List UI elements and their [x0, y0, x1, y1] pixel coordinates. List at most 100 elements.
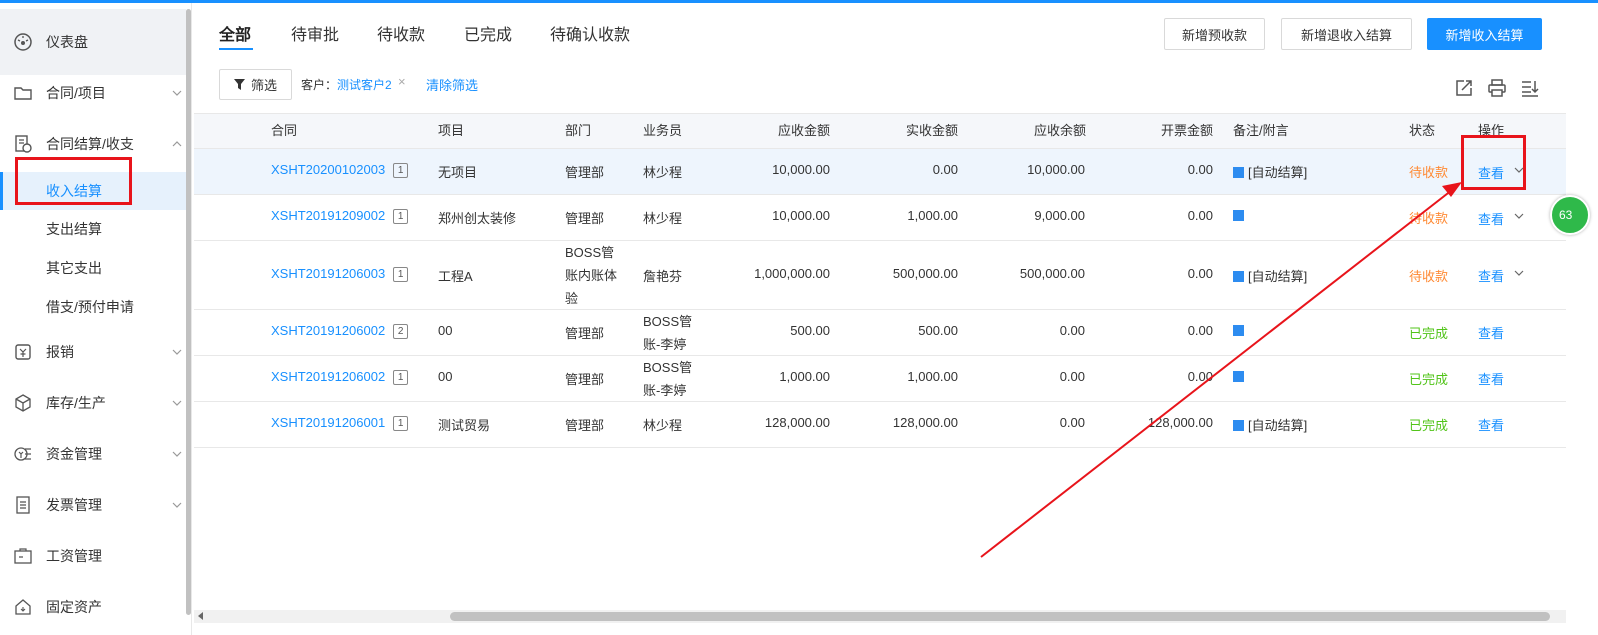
annotation-highlight-box: [15, 157, 132, 205]
attachment-square-icon: [1233, 420, 1244, 431]
chevron-down-icon: [172, 349, 182, 355]
tab-pending-confirm[interactable]: 待确认收款: [550, 21, 630, 45]
sidebar-item-invoices[interactable]: 发票管理: [0, 485, 186, 525]
contract-link[interactable]: XSHT20191206002: [271, 369, 385, 384]
annotation-highlight-box: [1461, 135, 1526, 190]
receivable-cell: 1,000,000.00: [754, 266, 830, 281]
view-link[interactable]: 查看: [1478, 323, 1504, 342]
table-row[interactable]: XSHT20191206002 1 00 管理部 BOSS管账-李婷 1,000.…: [194, 356, 1566, 402]
export-icon[interactable]: [1454, 78, 1474, 98]
count-badge: 1: [393, 163, 409, 178]
view-link[interactable]: 查看: [1478, 266, 1504, 285]
sidebar-item-label: 资金管理: [46, 446, 102, 462]
filter-button-label: 筛选: [250, 78, 277, 93]
attachment-square-icon: [1233, 210, 1244, 221]
new-refund-button[interactable]: 新增退收入结算: [1281, 18, 1412, 50]
sidebar-scrollbar[interactable]: [186, 9, 191, 615]
contract-link[interactable]: XSHT20191206002: [271, 323, 385, 338]
table-row[interactable]: XSHT20191206003 1 工程A BOSS管账内账体验 詹艳芬 1,00…: [194, 241, 1566, 310]
asset-icon: [15, 599, 31, 615]
new-prepay-button[interactable]: 新增预收款: [1164, 18, 1265, 50]
th-invoiced[interactable]: 开票金额: [1161, 114, 1213, 148]
th-receivable[interactable]: 应收金额: [778, 114, 830, 148]
filter-chip-key: 客户：: [301, 78, 338, 92]
new-income-button[interactable]: 新增收入结算: [1427, 18, 1542, 50]
table-row[interactable]: XSHT20191206001 1 测试贸易 管理部 林少程 128,000.00…: [194, 402, 1566, 448]
scroll-left-arrow-icon[interactable]: [198, 612, 203, 620]
sidebar: 仪表盘 合同/项目 合同结算/收支 收入结算 支出结算 其它支出 借支/预付申请…: [0, 3, 192, 635]
view-link[interactable]: 查看: [1478, 209, 1504, 228]
column-settings-icon[interactable]: [1520, 78, 1540, 98]
note-text: [自动结算]: [1248, 165, 1308, 180]
note-text: [自动结算]: [1248, 418, 1308, 433]
view-link[interactable]: 查看: [1478, 369, 1504, 388]
table-header: 合同 项目 部门 业务员 应收金额 实收金额 应收余额 开票金额 备注/附言 状…: [194, 113, 1566, 149]
balance-cell: 500,000.00: [1019, 266, 1085, 281]
project-cell: 无项目: [438, 165, 478, 180]
contract-link[interactable]: XSHT20191209002: [271, 208, 385, 223]
count-badge: 1: [393, 209, 409, 224]
invoiced-cell: 0.00: [1187, 266, 1213, 281]
contract-link[interactable]: XSHT20191206003: [271, 266, 385, 281]
th-received[interactable]: 实收金额: [906, 114, 958, 148]
th-contract[interactable]: 合同: [271, 114, 297, 148]
sidebar-sub-expense[interactable]: 支出结算: [0, 210, 186, 248]
sidebar-sub-other-expense[interactable]: 其它支出: [0, 249, 186, 287]
chevron-down-icon: [172, 90, 182, 96]
tab-pending-receipt[interactable]: 待收款: [377, 21, 425, 45]
project-cell: 00: [438, 369, 453, 384]
reimburse-icon: [15, 344, 31, 360]
th-dept[interactable]: 部门: [565, 114, 591, 148]
count-badge: 1: [393, 370, 409, 385]
table-row[interactable]: XSHT20191209002 1 郑州创太装修 管理部 林少程 10,000.0…: [194, 195, 1566, 241]
table-row[interactable]: XSHT20191206002 2 00 管理部 BOSS管账-李婷 500.00…: [194, 310, 1566, 356]
sidebar-item-reimburse[interactable]: 报销: [0, 332, 186, 372]
floating-helper-badge[interactable]: 63: [1550, 195, 1590, 235]
sidebar-item-label: 合同结算/收支: [46, 136, 134, 152]
chevron-down-icon[interactable]: [1514, 211, 1524, 221]
tab-pending-approval[interactable]: 待审批: [291, 21, 339, 45]
sidebar-item-contracts[interactable]: 合同/项目: [0, 73, 186, 113]
sidebar-item-salary[interactable]: 工资管理: [0, 536, 186, 576]
tab-all[interactable]: 全部: [219, 21, 251, 45]
sidebar-item-label: 发票管理: [46, 497, 102, 513]
receivable-cell: 1,000.00: [779, 369, 830, 384]
sidebar-item-assets[interactable]: 固定资产: [0, 587, 186, 627]
top-accent-line: [0, 0, 1598, 3]
chevron-down-icon[interactable]: [1514, 268, 1524, 278]
view-link[interactable]: 查看: [1478, 415, 1504, 434]
filter-chip-value: 测试客户2: [337, 78, 392, 92]
print-icon[interactable]: [1487, 78, 1507, 98]
sidebar-item-inventory[interactable]: 库存/生产: [0, 383, 186, 423]
sidebar-sub-label: 支出结算: [46, 221, 102, 237]
sidebar-item-funds[interactable]: 资金管理: [0, 434, 186, 474]
th-project[interactable]: 项目: [438, 114, 464, 148]
salary-icon: [14, 548, 32, 564]
contract-link[interactable]: XSHT20200102003: [271, 162, 385, 177]
th-status[interactable]: 状态: [1409, 114, 1435, 148]
filter-icon: [233, 79, 245, 90]
filter-button[interactable]: 筛选: [219, 69, 292, 100]
filter-chip-close-icon[interactable]: ×: [398, 74, 406, 89]
scrollbar-thumb[interactable]: [450, 612, 1550, 621]
table-row[interactable]: XSHT20200102003 1 无项目 管理部 林少程 10,000.00 0…: [194, 149, 1566, 195]
tab-completed[interactable]: 已完成: [464, 21, 512, 45]
table-horizontal-scrollbar[interactable]: [194, 610, 1566, 623]
th-staff[interactable]: 业务员: [643, 114, 682, 148]
sidebar-item-label: 固定资产: [46, 599, 102, 615]
clear-filter-link[interactable]: 清除筛选: [426, 75, 478, 94]
th-note[interactable]: 备注/附言: [1233, 114, 1289, 148]
contract-cell: XSHT20191206002 2: [271, 323, 409, 339]
sidebar-item-dashboard[interactable]: 仪表盘: [0, 9, 186, 75]
sidebar-item-label: 库存/生产: [46, 395, 106, 411]
sidebar-sub-label: 其它支出: [46, 260, 102, 276]
attachment-square-icon: [1233, 371, 1244, 382]
th-balance[interactable]: 应收余额: [1034, 114, 1086, 148]
sidebar-item-label: 合同/项目: [46, 85, 106, 101]
count-badge: 2: [393, 324, 409, 339]
project-cell: 郑州创太装修: [438, 211, 517, 226]
sidebar-sub-advance[interactable]: 借支/预付申请: [0, 288, 186, 326]
contract-link[interactable]: XSHT20191206001: [271, 415, 385, 430]
dashboard-icon: [14, 33, 32, 51]
staff-cell: BOSS管账-李婷: [643, 314, 693, 352]
